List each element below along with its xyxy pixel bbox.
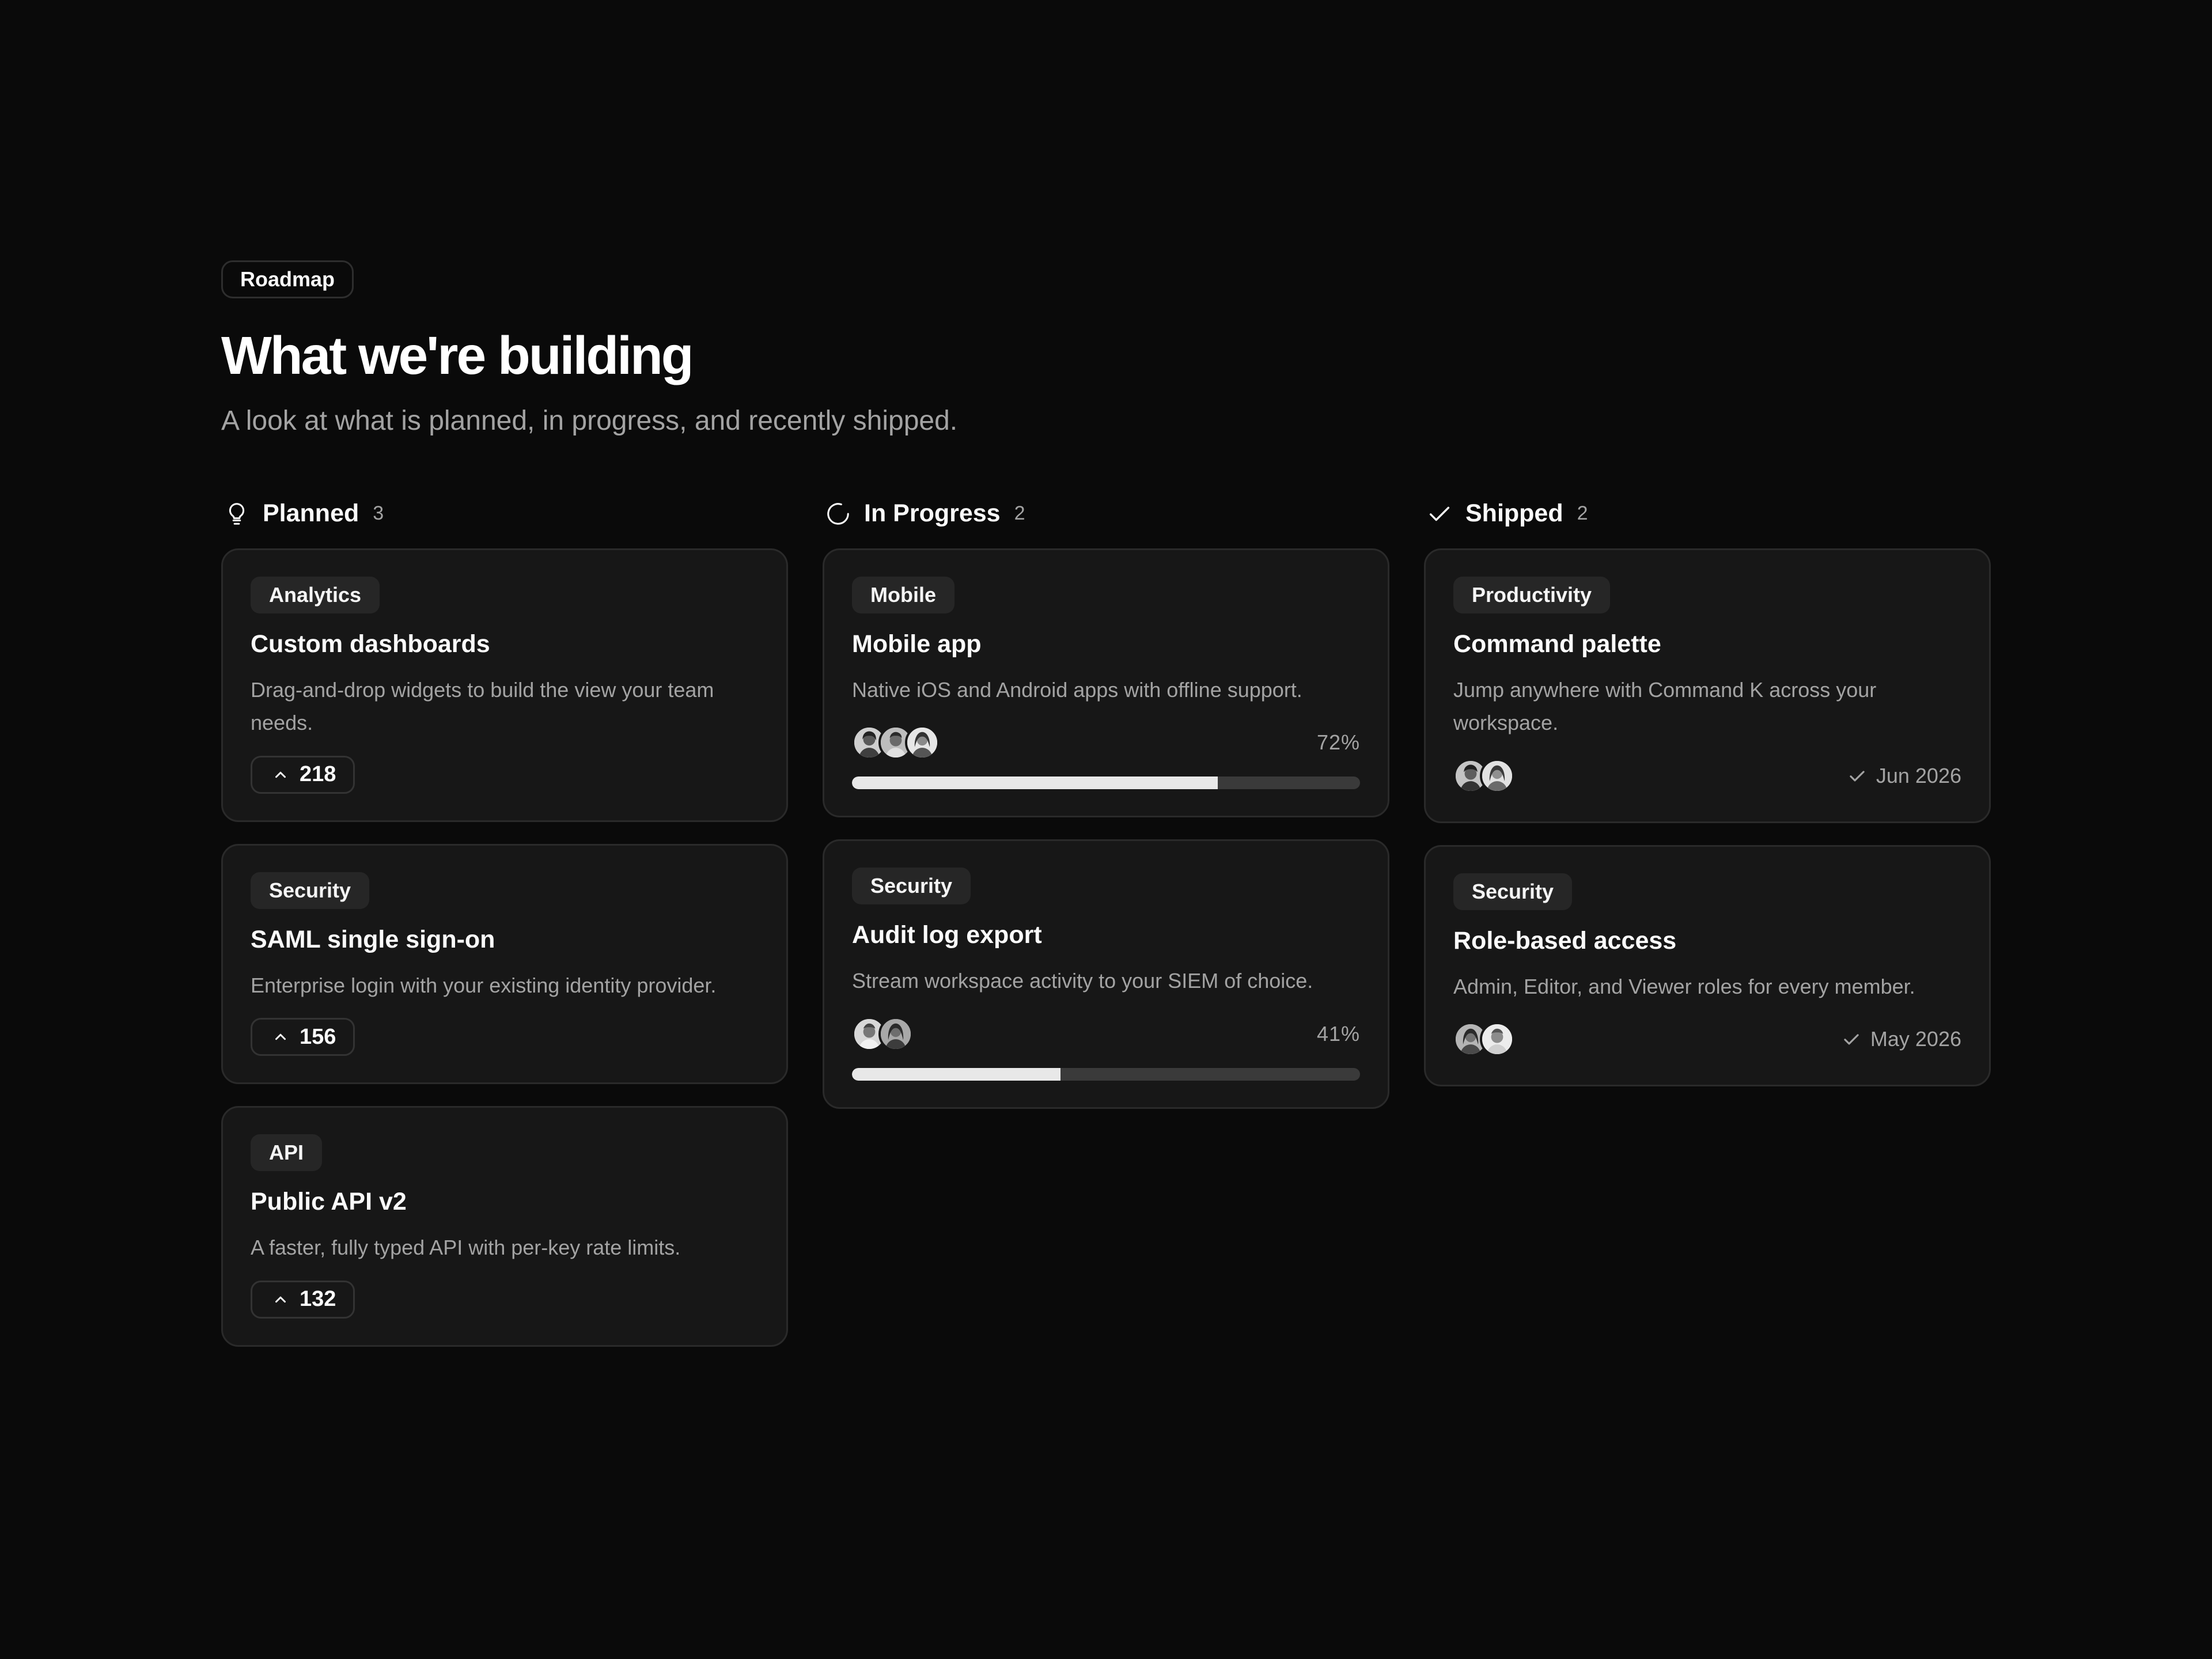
column-in-progress: In Progress 2 Mobile Mobile app Native i… <box>823 493 1389 1109</box>
card-description: A faster, fully typed API with per-key r… <box>251 1236 681 1260</box>
column-count: 2 <box>1577 502 1588 525</box>
column-header: Planned 3 <box>221 493 788 535</box>
card-title: Audit log export <box>852 921 1042 949</box>
page-subtitle: A look at what is planned, in progress, … <box>221 406 958 437</box>
column-header: In Progress 2 <box>823 493 1389 535</box>
category-tag: API <box>251 1134 323 1172</box>
avatar[interactable] <box>905 725 940 760</box>
avatar[interactable] <box>878 1016 913 1051</box>
assignee-avatars <box>1453 758 1514 793</box>
category-tag: Productivity <box>1453 576 1611 613</box>
category-tag: Mobile <box>852 576 955 613</box>
roadmap-card[interactable]: Security Role-based access Admin, Editor… <box>1424 844 1991 1087</box>
column-title: Shipped <box>1465 499 1563 528</box>
avatar[interactable] <box>1480 758 1514 793</box>
assignee-avatars <box>852 725 940 760</box>
column-count: 3 <box>373 502 384 525</box>
progress-fill <box>852 777 1218 790</box>
progress-percent: 72% <box>1316 730 1360 755</box>
check-icon <box>1850 771 1865 782</box>
progress-fill <box>852 1067 1060 1081</box>
card-description: Jump anywhere with Command K across your… <box>1453 677 1877 735</box>
category-tag: Analytics <box>251 576 380 613</box>
page-title: What we're building <box>221 325 694 385</box>
upvote-button[interactable]: 156 <box>251 1018 355 1056</box>
roadmap-page: Roadmap What we're building A look at wh… <box>221 260 1991 1415</box>
spinner-icon <box>825 501 851 527</box>
card-description: Native iOS and Android apps with offline… <box>852 677 1302 702</box>
vote-count: 218 <box>300 762 336 787</box>
shipped-date: Jun 2026 <box>1846 764 1961 788</box>
roadmap-card[interactable]: Security SAML single sign-on Enterprise … <box>221 843 788 1085</box>
card-description: Enterprise login with your existing iden… <box>251 973 717 997</box>
column-shipped: Shipped 2 Productivity Command palette J… <box>1424 493 1991 1087</box>
chevron-up-icon <box>275 1034 286 1040</box>
roadmap-card[interactable]: Productivity Command palette Jump anywhe… <box>1424 548 1991 823</box>
column-planned: Planned 3 Analytics Custom dashboards Dr… <box>221 493 788 1347</box>
card-description: Drag-and-drop widgets to build the view … <box>251 677 714 735</box>
card-title: Custom dashboards <box>251 630 490 658</box>
category-tag: Security <box>251 872 370 909</box>
check-icon <box>1844 1034 1859 1045</box>
chevron-up-icon <box>275 771 286 778</box>
shipped-date-text: Jun 2026 <box>1876 763 1961 787</box>
card-description: Admin, Editor, and Viewer roles for ever… <box>1453 974 1915 998</box>
upvote-button[interactable]: 218 <box>251 755 355 794</box>
roadmap-card[interactable]: API Public API v2 A faster, fully typed … <box>221 1106 788 1347</box>
roadmap-badge: Roadmap <box>221 260 354 298</box>
card-title: Mobile app <box>852 630 982 658</box>
card-title: Public API v2 <box>251 1188 407 1216</box>
column-title: In Progress <box>864 499 1001 528</box>
vote-count: 156 <box>300 1024 336 1049</box>
chevron-up-icon <box>275 1296 286 1303</box>
column-header: Shipped 2 <box>1424 493 1991 535</box>
vote-count: 132 <box>300 1287 336 1312</box>
roadmap-board: Planned 3 Analytics Custom dashboards Dr… <box>221 493 1991 1415</box>
shipped-date: May 2026 <box>1840 1027 1961 1051</box>
card-description: Stream workspace activity to your SIEM o… <box>852 969 1313 993</box>
roadmap-card[interactable]: Security Audit log export Stream workspa… <box>823 839 1389 1109</box>
lightbulb-icon <box>224 501 250 527</box>
category-tag: Security <box>1453 873 1573 910</box>
card-title: Role-based access <box>1453 926 1677 955</box>
check-icon <box>1426 501 1453 527</box>
column-count: 2 <box>1014 502 1025 525</box>
card-title: Command palette <box>1453 630 1661 658</box>
upvote-button[interactable]: 132 <box>251 1280 355 1319</box>
card-title: SAML single sign-on <box>251 925 495 953</box>
assignee-avatars <box>852 1016 913 1051</box>
progress-bar <box>852 777 1360 790</box>
roadmap-card[interactable]: Mobile Mobile app Native iOS and Android… <box>823 548 1389 818</box>
category-tag: Security <box>852 868 971 905</box>
progress-percent: 41% <box>1316 1021 1360 1046</box>
roadmap-card[interactable]: Analytics Custom dashboards Drag-and-dro… <box>221 548 788 822</box>
assignee-avatars <box>1453 1022 1514 1057</box>
progress-bar <box>852 1067 1360 1081</box>
avatar[interactable] <box>1480 1022 1514 1057</box>
column-title: Planned <box>263 499 359 528</box>
shipped-date-text: May 2026 <box>1870 1027 1961 1051</box>
